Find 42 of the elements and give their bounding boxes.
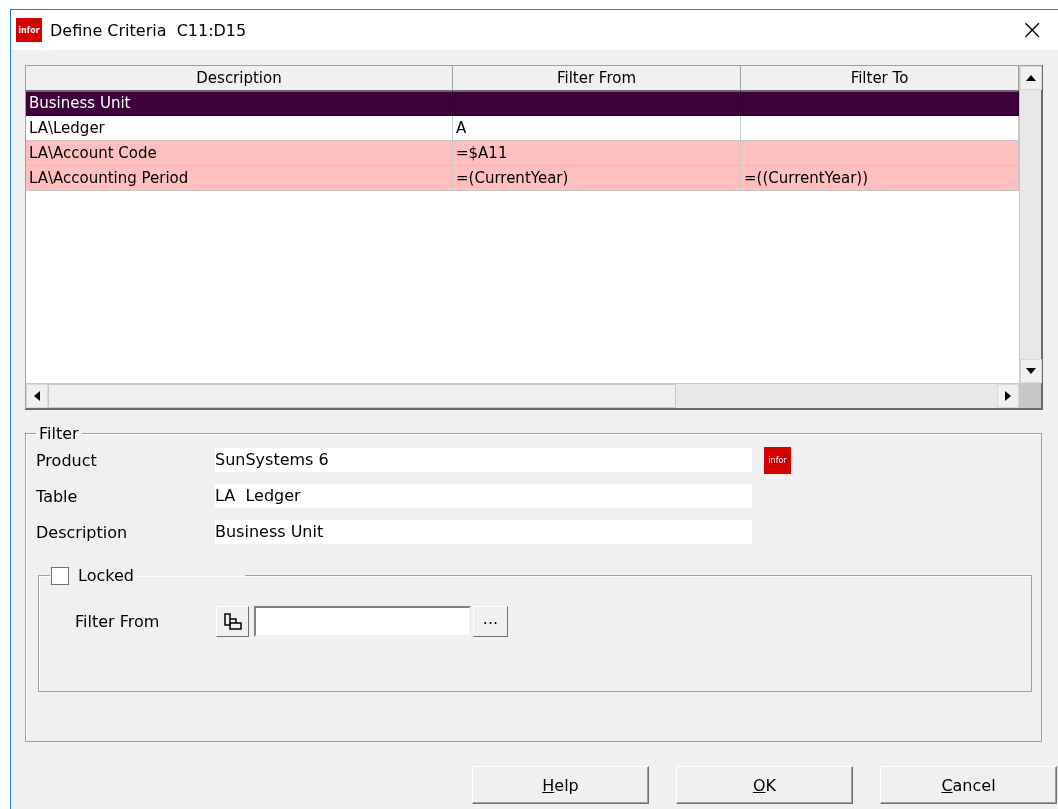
field-label: Filter From <box>75 612 161 631</box>
checkbox[interactable] <box>51 566 69 585</box>
scroll-right-icon[interactable] <box>997 384 1019 408</box>
scroll-left-icon[interactable] <box>26 384 48 408</box>
text-field[interactable]: LA Ledger <box>215 484 752 508</box>
table-cell: Business Unit <box>29 94 131 112</box>
group-title: Filter <box>38 424 80 443</box>
field-label: Description <box>36 522 129 542</box>
table-cell: =((CurrentYear)) <box>744 169 869 187</box>
field-label: Table <box>36 486 79 506</box>
grid-row[interactable]: LA\Account Code =$A11 <box>26 141 1019 166</box>
table-cell: =$A11 <box>456 144 508 162</box>
filter-from-field[interactable] <box>254 606 471 637</box>
table-cell: LA\Account Code <box>29 144 157 162</box>
table-cell: LA\Ledger <box>29 119 105 137</box>
horizontal-scrollbar[interactable] <box>26 383 1019 408</box>
window-title: Define Criteria C11:D15 <box>50 20 247 40</box>
scrollbar-corner <box>1019 383 1041 408</box>
dialog-button[interactable]: Help <box>472 766 649 804</box>
logo-icon: infor <box>764 446 791 474</box>
field-label: Product <box>36 450 98 470</box>
scroll-thumb[interactable] <box>48 384 676 408</box>
table-cell: A <box>456 119 467 137</box>
scroll-down-icon[interactable] <box>1020 359 1042 383</box>
dialog-button[interactable]: OK <box>676 766 853 804</box>
picker-button[interactable] <box>216 606 249 637</box>
dialog-button[interactable]: Cancel <box>880 766 1057 804</box>
text-field[interactable]: SunSystems 6 <box>215 448 752 472</box>
close-button[interactable]: × <box>1020 16 1044 44</box>
column-header[interactable]: Description <box>26 66 453 92</box>
browse-button[interactable]: ... <box>473 606 508 637</box>
table-cell: =(CurrentYear) <box>456 169 569 187</box>
grid-row[interactable]: Business Unit <box>26 91 1019 116</box>
vertical-scrollbar[interactable] <box>1019 66 1041 383</box>
grid-row[interactable]: LA\Accounting Period =(CurrentYear) =((CurrentYear)) <box>26 166 1019 191</box>
scroll-up-icon[interactable] <box>1020 66 1042 90</box>
table-cell: LA\Accounting Period <box>29 169 189 187</box>
column-header[interactable]: Filter From <box>453 66 741 92</box>
blocks-icon <box>221 611 244 632</box>
app-logo-icon: infor <box>16 18 42 42</box>
text-field[interactable]: Business Unit <box>215 520 752 544</box>
column-header[interactable]: Filter To <box>741 66 1019 92</box>
